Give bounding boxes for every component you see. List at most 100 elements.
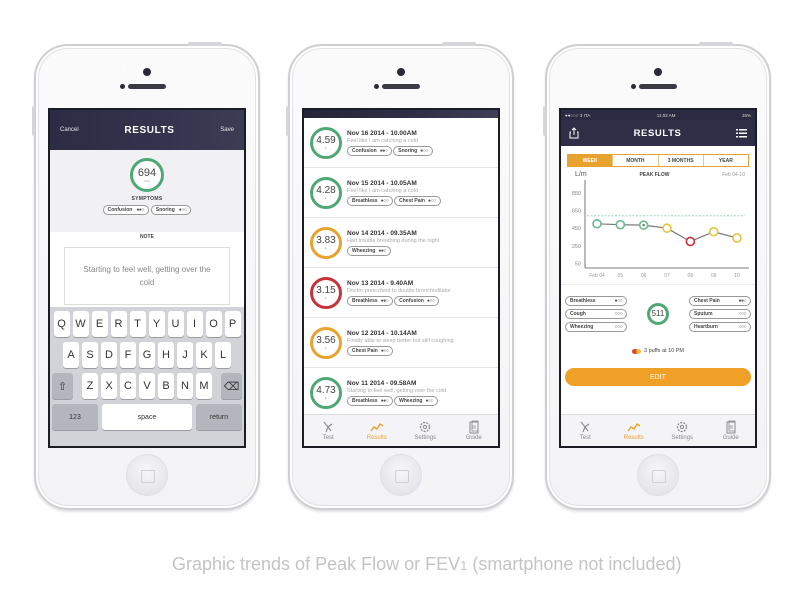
- key-t[interactable]: T: [129, 311, 146, 337]
- y-tick-label: 50: [575, 262, 581, 268]
- symptom-label: Breathless: [352, 297, 378, 304]
- result-entry[interactable]: 4.59 L Nov 16 2014 - 10.00AM Feel like I am…: [304, 118, 498, 168]
- symptom-pill-snoring[interactable]: Snoring ●○○: [393, 145, 433, 156]
- key-a[interactable]: A: [63, 342, 79, 368]
- symptom-pill-breathless[interactable]: Breathless ●○○: [347, 195, 394, 206]
- key-o[interactable]: O: [205, 311, 222, 337]
- key-x[interactable]: X: [101, 373, 117, 399]
- symptom-list: Breathless ●○○ Chest Pain ●○○: [347, 195, 441, 206]
- share-icon[interactable]: [569, 127, 579, 139]
- key-b[interactable]: B: [158, 373, 174, 399]
- symptom-pill-breathless[interactable]: Breathless ●○○: [565, 295, 627, 306]
- symptom-pill-confusion[interactable]: Confusion ●●○: [102, 205, 149, 215]
- key-s[interactable]: S: [82, 342, 98, 368]
- cancel-button[interactable]: Cancel: [60, 127, 79, 133]
- reading-ring: 3.83 L: [310, 226, 342, 259]
- key-f[interactable]: F: [120, 342, 136, 368]
- key-r[interactable]: R: [110, 311, 127, 337]
- key-i[interactable]: I: [186, 311, 203, 337]
- home-button[interactable]: [637, 454, 679, 496]
- symptom-pill-confusion[interactable]: Confusion ●○○: [394, 295, 440, 306]
- space-key[interactable]: space: [102, 404, 192, 430]
- symptom-pill-cough[interactable]: Cough ○○○: [565, 308, 627, 319]
- severity-dots: ○○○: [614, 310, 622, 317]
- symptoms-right-column: Chest Pain ●●○ Sputum ○○○ Heartburn ○○○: [689, 295, 751, 332]
- medication-note: 3 puffs at 10 PM: [561, 336, 755, 366]
- chart-area: 50 250 450 650 850 Feb 04 05 06 07 08 09 10: [561, 178, 755, 284]
- key-d[interactable]: D: [101, 342, 117, 368]
- key-l[interactable]: L: [215, 342, 231, 368]
- reading-value: 4.73: [316, 384, 336, 396]
- symptom-list: Wheezing ●●○: [347, 245, 439, 256]
- shift-key[interactable]: ⇧: [52, 373, 73, 399]
- save-button[interactable]: Save: [220, 127, 234, 133]
- symptom-pill-wheezing[interactable]: Wheezing ●○○: [394, 395, 439, 406]
- tab-label: Test: [322, 435, 334, 441]
- key-n[interactable]: N: [177, 373, 193, 399]
- symptom-pill-breathless[interactable]: Breathless ●●○: [347, 395, 394, 406]
- tab-guide[interactable]: Guide: [452, 420, 496, 441]
- reading-value: 3.56: [316, 334, 336, 346]
- key-j[interactable]: J: [177, 342, 193, 368]
- symptom-pill-confusion[interactable]: Confusion ●●○: [347, 145, 393, 156]
- tab-guide[interactable]: Guide: [709, 420, 753, 441]
- tab-test[interactable]: Test: [306, 420, 350, 441]
- key-m[interactable]: M: [196, 373, 212, 399]
- note-textarea[interactable]: Starting to feel well, getting over the …: [64, 247, 230, 305]
- period-tab-3-months[interactable]: 3 MONTHS: [657, 155, 703, 166]
- tab-test[interactable]: Test: [563, 420, 607, 441]
- return-key[interactable]: return: [196, 404, 242, 430]
- numbers-key[interactable]: 123: [52, 404, 98, 430]
- symptom-pill-wheezing[interactable]: Wheezing ○○○: [565, 321, 627, 332]
- key-p[interactable]: P: [224, 311, 241, 337]
- key-w[interactable]: W: [72, 311, 89, 337]
- home-button[interactable]: [380, 454, 422, 496]
- result-entry[interactable]: 4.28 L Nov 15 2014 - 10.05AM Feel like I am…: [304, 168, 498, 218]
- backspace-key[interactable]: ⌫: [221, 373, 242, 399]
- key-v[interactable]: V: [139, 373, 155, 399]
- reading-value: 4.28: [316, 184, 336, 196]
- symptom-pill-snoring[interactable]: Snoring ●○○: [150, 205, 192, 215]
- symptom-pill-chest-pain[interactable]: Chest Pain ●●○: [689, 295, 751, 306]
- list-icon[interactable]: [736, 128, 747, 138]
- key-y[interactable]: Y: [148, 311, 165, 337]
- symptom-pill-wheezing[interactable]: Wheezing ●●○: [347, 245, 391, 256]
- edit-button[interactable]: EDIT: [565, 368, 751, 386]
- reading-unit: L/m: [144, 178, 150, 183]
- tab-label: Guide: [722, 435, 739, 441]
- key-e[interactable]: E: [91, 311, 108, 337]
- period-tab-year[interactable]: YEAR: [702, 155, 748, 166]
- key-g[interactable]: G: [139, 342, 155, 368]
- symptom-pill-breathless[interactable]: Breathless ●●○: [347, 295, 394, 306]
- symptom-pill-chest-pain[interactable]: Chest Pain ●○○: [394, 195, 441, 206]
- key-c[interactable]: C: [120, 373, 136, 399]
- key-k[interactable]: K: [196, 342, 212, 368]
- symptom-list: Breathless ●●○ Wheezing ●○○: [347, 395, 446, 406]
- home-button[interactable]: [126, 454, 168, 496]
- key-z[interactable]: Z: [82, 373, 98, 399]
- tab-results[interactable]: Results: [355, 420, 399, 441]
- entry-body: Nov 16 2014 - 10.00AM Feel like I am catc…: [347, 130, 433, 156]
- symptom-pill-heartburn[interactable]: Heartburn ○○○: [689, 321, 751, 332]
- period-tab-week[interactable]: WEEK: [568, 155, 613, 166]
- entry-body: Nov 12 2014 - 10.14AM Finally able to sle…: [347, 330, 454, 356]
- result-entry[interactable]: 3.15 L Nov 13 2014 - 9.40AM Doctor prescrib…: [304, 268, 498, 318]
- tab-settings[interactable]: Settings: [403, 420, 447, 441]
- key-u[interactable]: U: [167, 311, 184, 337]
- symptom-list: Breathless ●●○ Confusion ●○○: [347, 295, 451, 306]
- key-q[interactable]: Q: [53, 311, 70, 337]
- severity-dots: ●○○: [380, 197, 389, 204]
- key-h[interactable]: H: [158, 342, 174, 368]
- period-tab-month[interactable]: MONTH: [612, 155, 657, 166]
- clock: 11:02 AM: [656, 112, 676, 118]
- result-entry[interactable]: 3.56 L Nov 12 2014 - 10.14AM Finally able t…: [304, 318, 498, 368]
- tab-results[interactable]: Results: [612, 420, 656, 441]
- tab-settings[interactable]: Settings: [660, 420, 704, 441]
- result-entry[interactable]: 4.73 L Nov 11 2014 - 09.58AM Starting to fe…: [304, 368, 498, 418]
- symptom-label: Confusion: [352, 147, 377, 154]
- symptom-pill-sputum[interactable]: Sputum ○○○: [689, 308, 751, 319]
- symptom-pill-chest-pain[interactable]: Chest Pain ●○○: [347, 345, 394, 356]
- severity-dots: ●○○: [426, 297, 435, 304]
- result-entry[interactable]: 3.83 L Nov 14 2014 - 09.35AM Had trouble br…: [304, 218, 498, 268]
- severity-dots: ●○○: [427, 197, 436, 204]
